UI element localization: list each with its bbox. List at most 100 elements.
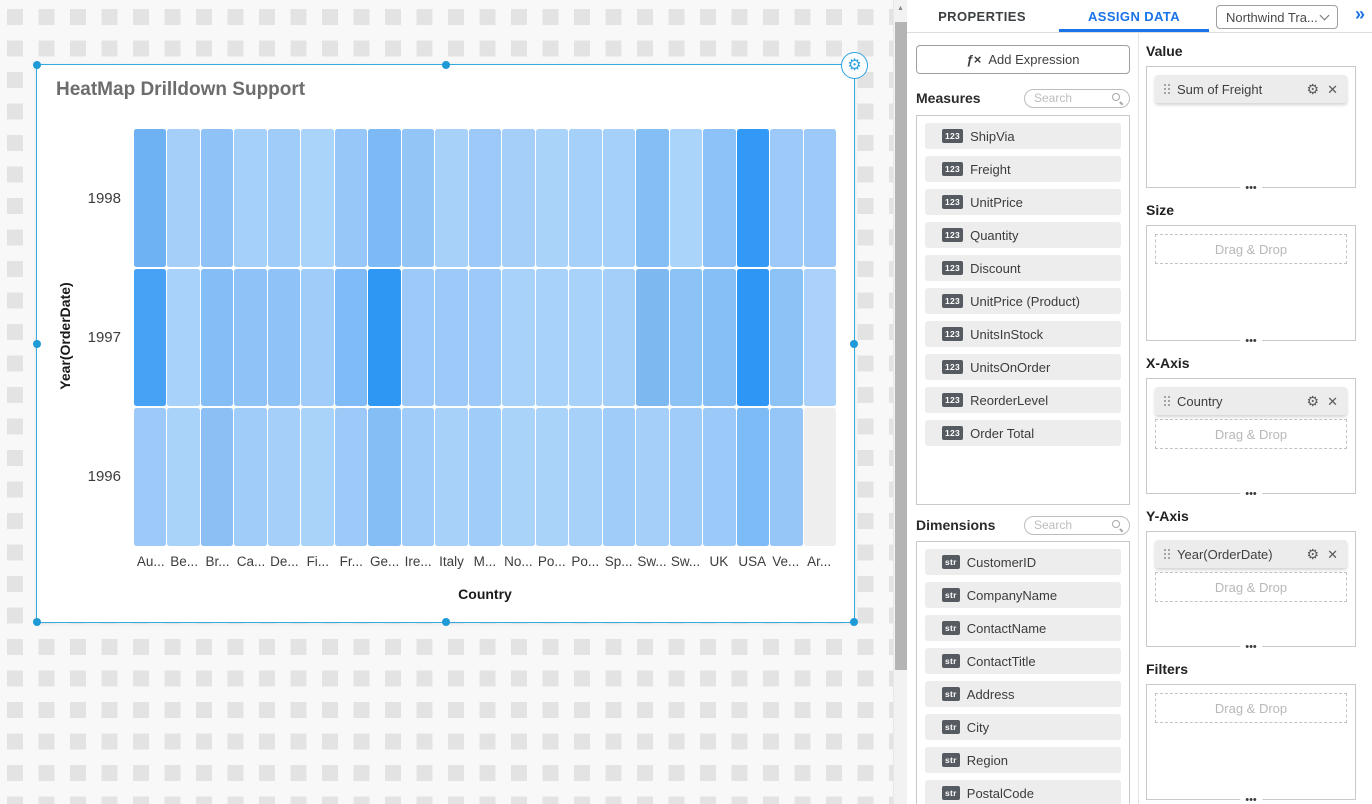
measures-search[interactable] bbox=[1024, 89, 1130, 108]
heatmap-cell[interactable] bbox=[301, 129, 333, 267]
datasource-dropdown[interactable]: Northwind Tra... bbox=[1216, 5, 1338, 29]
measure-item[interactable]: 123ShipVia bbox=[925, 123, 1121, 149]
heatmap-cell[interactable] bbox=[335, 408, 367, 546]
heatmap-cell[interactable] bbox=[435, 408, 467, 546]
assigned-field-chip[interactable]: Year(OrderDate)⚙✕ bbox=[1155, 540, 1347, 568]
dimension-item[interactable]: strPostalCode bbox=[925, 780, 1121, 804]
well-y-axis[interactable]: Year(OrderDate)⚙✕Drag & Drop••• bbox=[1146, 531, 1356, 647]
more-options-icon[interactable]: ••• bbox=[1240, 336, 1262, 346]
heatmap-cell[interactable] bbox=[502, 129, 534, 267]
heatmap-cell[interactable] bbox=[536, 269, 568, 407]
heatmap-cell[interactable] bbox=[335, 129, 367, 267]
heatmap-cell[interactable] bbox=[636, 269, 668, 407]
resize-handle-top-center[interactable] bbox=[442, 61, 450, 69]
heatmap-cell[interactable] bbox=[536, 129, 568, 267]
resize-handle-left-middle[interactable] bbox=[33, 340, 41, 348]
dimension-item[interactable]: strContactTitle bbox=[925, 648, 1121, 674]
measure-item[interactable]: 123Discount bbox=[925, 255, 1121, 281]
close-icon[interactable]: ✕ bbox=[1327, 548, 1338, 561]
heatmap-cell[interactable] bbox=[335, 269, 367, 407]
heatmap-cell[interactable] bbox=[536, 408, 568, 546]
resize-handle-bottom-left[interactable] bbox=[33, 618, 41, 626]
well-size[interactable]: Drag & Drop••• bbox=[1146, 225, 1356, 341]
heatmap-cell[interactable] bbox=[402, 269, 434, 407]
heatmap-cell[interactable] bbox=[469, 129, 501, 267]
heatmap-cell[interactable] bbox=[402, 129, 434, 267]
dashboard-canvas[interactable]: HeatMap Drilldown Support Year(OrderDate… bbox=[0, 0, 893, 804]
heatmap-cell[interactable] bbox=[201, 408, 233, 546]
heatmap-cell[interactable] bbox=[469, 269, 501, 407]
heatmap-cell[interactable] bbox=[636, 408, 668, 546]
dimensions-search[interactable] bbox=[1024, 516, 1130, 535]
resize-handle-bottom-center[interactable] bbox=[442, 618, 450, 626]
measure-item[interactable]: 123Quantity bbox=[925, 222, 1121, 248]
dimension-item[interactable]: strCompanyName bbox=[925, 582, 1121, 608]
more-options-icon[interactable]: ••• bbox=[1240, 489, 1262, 499]
heatmap-cell[interactable] bbox=[569, 269, 601, 407]
measure-item[interactable]: 123UnitsInStock bbox=[925, 321, 1121, 347]
heatmap-cell[interactable] bbox=[134, 269, 166, 407]
resize-handle-top-left[interactable] bbox=[33, 61, 41, 69]
more-options-icon[interactable]: ••• bbox=[1240, 642, 1262, 652]
heatmap-cell[interactable] bbox=[569, 408, 601, 546]
close-icon[interactable]: ✕ bbox=[1327, 395, 1338, 408]
heatmap-cell[interactable] bbox=[167, 269, 199, 407]
heatmap-cell[interactable] bbox=[804, 129, 836, 267]
well-value[interactable]: Sum of Freight⚙✕••• bbox=[1146, 66, 1356, 188]
gear-icon[interactable]: ⚙ bbox=[1307, 394, 1320, 408]
drag-handle-icon[interactable] bbox=[1164, 549, 1166, 551]
gear-icon[interactable]: ⚙ bbox=[1307, 547, 1320, 561]
heatmap-cell[interactable] bbox=[770, 408, 802, 546]
measure-item[interactable]: 123ReorderLevel bbox=[925, 387, 1121, 413]
heatmap-cell[interactable] bbox=[703, 129, 735, 267]
more-options-icon[interactable]: ••• bbox=[1240, 183, 1262, 193]
heatmap-cell[interactable] bbox=[201, 269, 233, 407]
heatmap-cell[interactable] bbox=[737, 129, 769, 267]
heatmap-cell[interactable] bbox=[435, 269, 467, 407]
heatmap-cell[interactable] bbox=[368, 129, 400, 267]
dimension-item[interactable]: strCity bbox=[925, 714, 1121, 740]
heatmap-cell[interactable] bbox=[402, 408, 434, 546]
heatmap-cell[interactable] bbox=[368, 269, 400, 407]
drag-drop-zone[interactable]: Drag & Drop bbox=[1155, 693, 1347, 723]
measure-item[interactable]: 123Freight bbox=[925, 156, 1121, 182]
assigned-field-chip[interactable]: Sum of Freight⚙✕ bbox=[1155, 75, 1347, 103]
heatmap-cell[interactable] bbox=[134, 129, 166, 267]
well-filters[interactable]: Drag & Drop••• bbox=[1146, 684, 1356, 800]
heatmap-cell[interactable] bbox=[770, 269, 802, 407]
heatmap-plot[interactable] bbox=[134, 129, 836, 546]
gear-icon[interactable]: ⚙ bbox=[1307, 82, 1320, 96]
measure-item[interactable]: 123Order Total bbox=[925, 420, 1121, 446]
measure-item[interactable]: 123UnitPrice (Product) bbox=[925, 288, 1121, 314]
heatmap-cell[interactable] bbox=[234, 129, 266, 267]
heatmap-cell[interactable] bbox=[268, 129, 300, 267]
heatmap-cell[interactable] bbox=[435, 129, 467, 267]
heatmap-cell[interactable] bbox=[368, 408, 400, 546]
resize-handle-right-middle[interactable] bbox=[850, 340, 858, 348]
heatmap-cell[interactable] bbox=[167, 408, 199, 546]
dimension-item[interactable]: strRegion bbox=[925, 747, 1121, 773]
drag-handle-icon[interactable] bbox=[1164, 84, 1166, 86]
heatmap-cell[interactable] bbox=[603, 269, 635, 407]
heatmap-cell[interactable] bbox=[502, 408, 534, 546]
more-options-icon[interactable]: ••• bbox=[1240, 795, 1262, 804]
heatmap-cell[interactable] bbox=[603, 408, 635, 546]
close-icon[interactable]: ✕ bbox=[1327, 83, 1338, 96]
heatmap-cell[interactable] bbox=[703, 408, 735, 546]
scrollbar-thumb[interactable] bbox=[895, 22, 907, 670]
dimension-item[interactable]: strContactName bbox=[925, 615, 1121, 641]
canvas-scrollbar[interactable]: ▲ bbox=[893, 0, 907, 804]
heatmap-cell[interactable] bbox=[603, 129, 635, 267]
heatmap-cell[interactable] bbox=[670, 408, 702, 546]
heatmap-cell[interactable] bbox=[134, 408, 166, 546]
drag-drop-zone[interactable]: Drag & Drop bbox=[1155, 419, 1347, 449]
measure-item[interactable]: 123UnitsOnOrder bbox=[925, 354, 1121, 380]
drag-handle-icon[interactable] bbox=[1164, 396, 1166, 398]
heatmap-cell[interactable] bbox=[201, 129, 233, 267]
heatmap-cell[interactable] bbox=[469, 408, 501, 546]
heatmap-cell[interactable] bbox=[301, 408, 333, 546]
collapse-panel-icon[interactable]: » bbox=[1355, 4, 1365, 25]
heatmap-cell[interactable] bbox=[670, 129, 702, 267]
dimension-item[interactable]: strCustomerID bbox=[925, 549, 1121, 575]
drag-drop-zone[interactable]: Drag & Drop bbox=[1155, 572, 1347, 602]
